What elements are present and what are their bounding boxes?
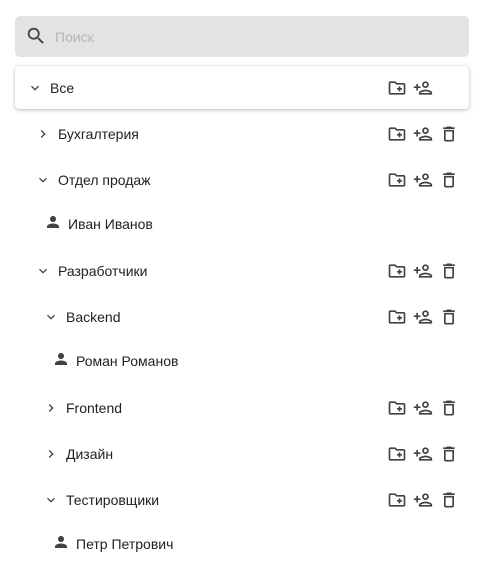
tree-row-user[interactable]: Иван Иванов bbox=[0, 206, 484, 242]
tree-row-user[interactable]: Роман Романов bbox=[0, 343, 484, 379]
tree-row-label: Backend bbox=[66, 309, 121, 325]
delete-icon[interactable] bbox=[439, 124, 459, 144]
delete-icon[interactable] bbox=[439, 444, 459, 464]
tree-row-label: Frontend bbox=[66, 400, 123, 416]
create-new-folder-icon[interactable] bbox=[387, 490, 407, 510]
person-add-icon[interactable] bbox=[413, 170, 433, 190]
create-new-folder-icon[interactable] bbox=[387, 444, 407, 464]
tree-row-group[interactable]: Тестировщики bbox=[0, 482, 484, 518]
chevron-down-icon[interactable] bbox=[43, 492, 59, 508]
tree-row-label: Иван Иванов bbox=[68, 216, 153, 232]
tree-row-label: Роман Романов bbox=[76, 353, 179, 369]
person-add-icon[interactable] bbox=[413, 261, 433, 281]
person-icon bbox=[52, 350, 70, 368]
search-bar bbox=[15, 16, 469, 57]
create-new-folder-icon[interactable] bbox=[387, 398, 407, 418]
tree-row-label: Дизайн bbox=[66, 446, 114, 462]
person-add-icon[interactable] bbox=[413, 124, 433, 144]
person-add-icon[interactable] bbox=[413, 444, 433, 464]
chevron-right-icon[interactable] bbox=[43, 400, 59, 416]
delete-icon[interactable] bbox=[439, 307, 459, 327]
tree-row-label: Разработчики bbox=[58, 263, 148, 279]
create-new-folder-icon[interactable] bbox=[387, 307, 407, 327]
tree-row-label: Все bbox=[50, 79, 75, 96]
chevron-down-icon[interactable] bbox=[43, 309, 59, 325]
tree-row-label: Петр Петрович bbox=[76, 536, 174, 552]
delete-icon[interactable] bbox=[439, 398, 459, 418]
tree-row-group[interactable]: Бухгалтерия bbox=[0, 116, 484, 152]
tree-row-user[interactable]: Петр Петрович bbox=[0, 526, 484, 562]
tree-row-group[interactable]: Разработчики bbox=[0, 253, 484, 289]
tree-row-group[interactable]: Дизайн bbox=[0, 436, 484, 472]
tree-row-label: Тестировщики bbox=[66, 492, 160, 508]
create-new-folder-icon[interactable] bbox=[387, 170, 407, 190]
search-icon bbox=[25, 25, 47, 47]
person-add-icon[interactable] bbox=[413, 398, 433, 418]
delete-icon[interactable] bbox=[439, 490, 459, 510]
chevron-right-icon[interactable] bbox=[35, 126, 51, 142]
chevron-down-icon[interactable] bbox=[35, 263, 51, 279]
tree-row-group[interactable]: Отдел продаж bbox=[0, 162, 484, 198]
delete-icon[interactable] bbox=[439, 170, 459, 190]
tree-row-group[interactable]: Backend bbox=[0, 299, 484, 335]
chevron-down-icon[interactable] bbox=[35, 172, 51, 188]
create-new-folder-icon[interactable] bbox=[387, 261, 407, 281]
tree-row-label: Бухгалтерия bbox=[58, 126, 139, 142]
person-add-icon[interactable] bbox=[413, 307, 433, 327]
create-new-folder-icon[interactable] bbox=[387, 124, 407, 144]
tree-row-label: Отдел продаж bbox=[58, 172, 151, 188]
create-new-folder-icon[interactable] bbox=[387, 78, 407, 98]
tree-row-root[interactable]: Все bbox=[15, 66, 469, 109]
tree-row-group[interactable]: Frontend bbox=[0, 390, 484, 426]
delete-icon[interactable] bbox=[439, 261, 459, 281]
chevron-down-icon[interactable] bbox=[27, 80, 43, 96]
org-tree-panel: Все Бухгалтерия bbox=[0, 0, 484, 575]
person-add-icon[interactable] bbox=[413, 490, 433, 510]
person-icon bbox=[44, 213, 62, 231]
person-add-icon[interactable] bbox=[413, 78, 433, 98]
search-input[interactable] bbox=[55, 16, 455, 57]
chevron-right-icon[interactable] bbox=[43, 446, 59, 462]
person-icon bbox=[52, 533, 70, 551]
